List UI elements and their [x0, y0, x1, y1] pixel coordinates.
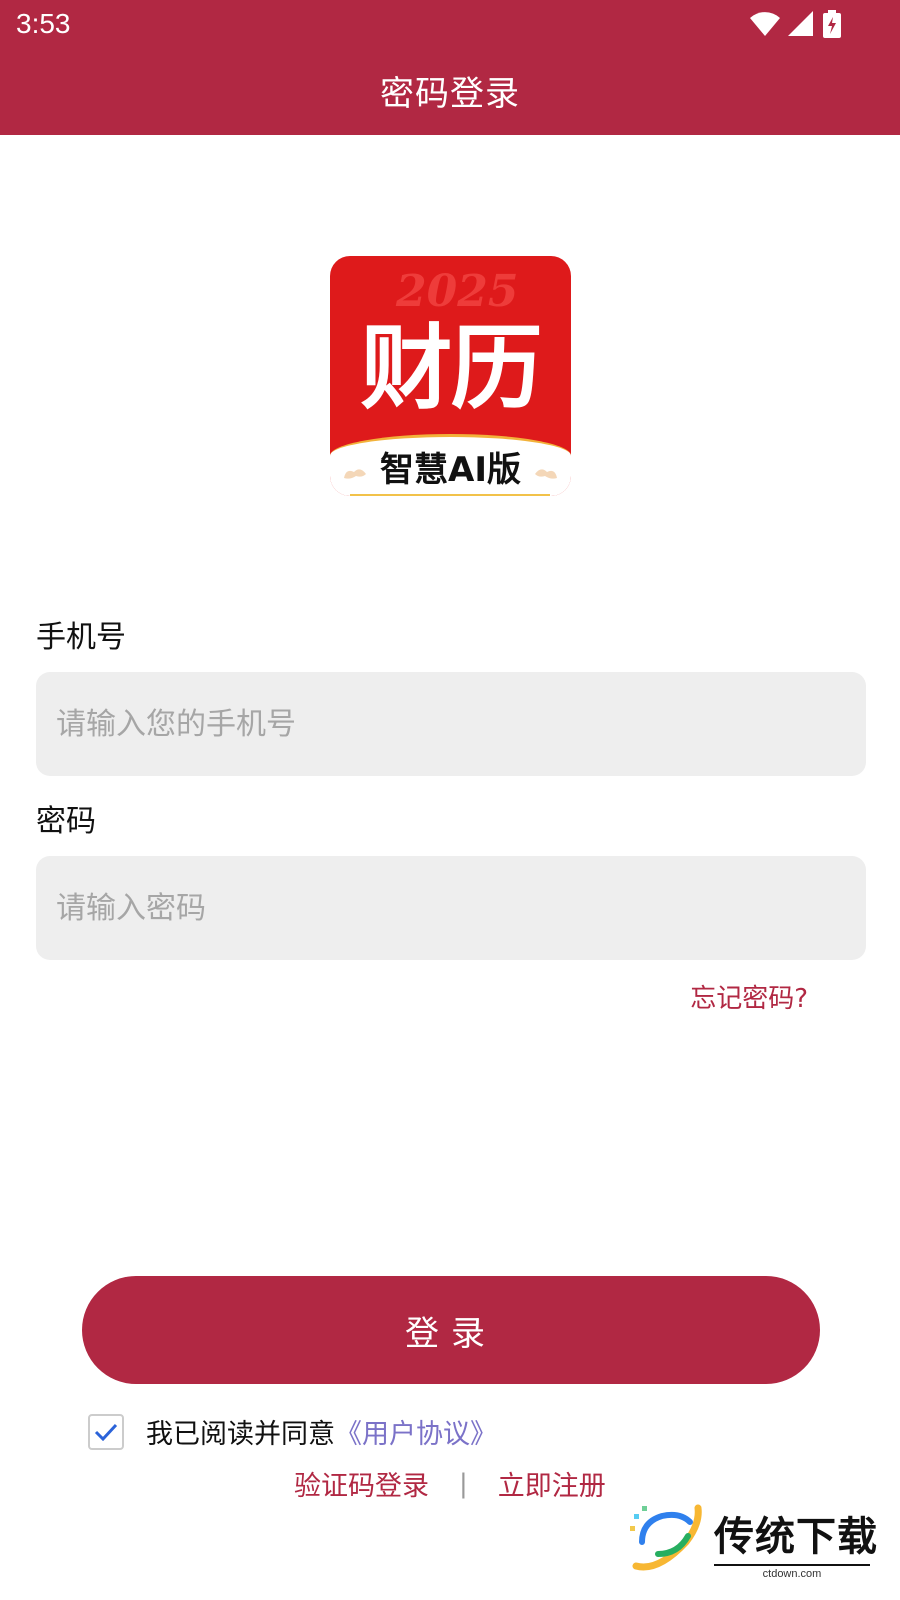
battery-charging-icon: [823, 10, 841, 38]
watermark-text: 传统下载: [714, 1514, 878, 1560]
password-input[interactable]: [36, 856, 866, 960]
link-separator: |: [459, 1468, 468, 1499]
watermark-domain: ctdown.com: [714, 1564, 870, 1580]
cloud-ornament-icon: [535, 469, 557, 479]
phone-label: 手机号: [36, 620, 126, 655]
watermark-logo-icon: [630, 1504, 702, 1571]
user-agreement-link[interactable]: 《用户协议》: [335, 1412, 497, 1451]
page-title: 密码登录: [380, 74, 520, 114]
sms-login-link[interactable]: 验证码登录: [294, 1464, 429, 1503]
app-logo: 2025 财历 智慧AI版: [330, 256, 571, 496]
checkmark-icon: [94, 1423, 118, 1441]
bottom-links: 验证码登录 | 立即注册: [294, 1464, 606, 1503]
register-link[interactable]: 立即注册: [498, 1464, 606, 1503]
logo-bottom-line: [350, 494, 550, 496]
status-icons: [750, 10, 842, 38]
agreement-text: 我已阅读并同意: [146, 1419, 335, 1450]
cloud-ornament-icon: [344, 469, 366, 479]
watermark: 传统下载 ctdown.com: [628, 1502, 878, 1586]
wifi-icon: [750, 12, 780, 36]
agreement-row: 我已阅读并同意 《用户协议》: [88, 1412, 497, 1451]
forgot-password-link[interactable]: 忘记密码?: [690, 978, 808, 1015]
logo-main-text: 财历: [360, 315, 542, 422]
status-time: 3:53: [16, 8, 71, 39]
phone-input[interactable]: [36, 672, 866, 776]
password-label: 密码: [36, 804, 96, 839]
app-header: 3:53 密码登录: [0, 0, 900, 135]
cellular-signal-icon: [788, 11, 813, 36]
agreement-checkbox[interactable]: [88, 1413, 124, 1450]
login-button[interactable]: 登录: [82, 1276, 820, 1384]
